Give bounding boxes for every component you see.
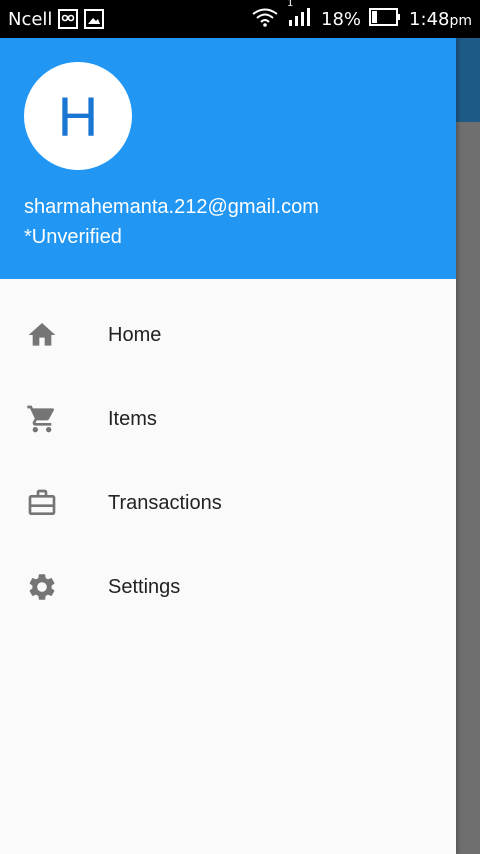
briefcase-icon [24, 485, 60, 521]
menu-item-label: Settings [108, 575, 181, 598]
home-icon [24, 317, 60, 353]
clock: 1:48pm [409, 8, 472, 30]
image-icon [84, 9, 105, 29]
gear-icon [24, 569, 60, 605]
battery-percent: 18% [321, 8, 362, 30]
battery-icon [369, 7, 401, 31]
drawer-menu: Home Items Transactions Settings [0, 293, 456, 629]
menu-item-label: Home [108, 323, 162, 346]
account-email: sharmahemanta.212@gmail.com [24, 196, 319, 218]
verification-status: *Unverified [24, 226, 122, 248]
menu-item-home[interactable]: Home [0, 293, 456, 377]
menu-item-label: Transactions [108, 491, 222, 514]
signal-badge: 1 [287, 0, 294, 9]
drawer-header: H sharmahemanta.212@gmail.com *Unverifie… [0, 38, 456, 279]
menu-item-settings[interactable]: Settings [0, 545, 456, 629]
background-app-toolbar [456, 38, 480, 122]
signal-icon: 1 [287, 0, 313, 33]
carrier-name: Ncell [8, 8, 53, 30]
menu-item-label: Items [108, 407, 157, 430]
menu-item-items[interactable]: Items [0, 377, 456, 461]
navigation-drawer: H sharmahemanta.212@gmail.com *Unverifie… [0, 38, 456, 854]
avatar-letter: H [57, 84, 99, 148]
voicemail-icon [58, 9, 79, 29]
cart-icon [24, 401, 60, 437]
wifi-icon [251, 7, 279, 32]
avatar[interactable]: H [24, 62, 132, 170]
menu-item-transactions[interactable]: Transactions [0, 461, 456, 545]
status-bar: Ncell 1 18% 1:48pm [0, 0, 480, 38]
